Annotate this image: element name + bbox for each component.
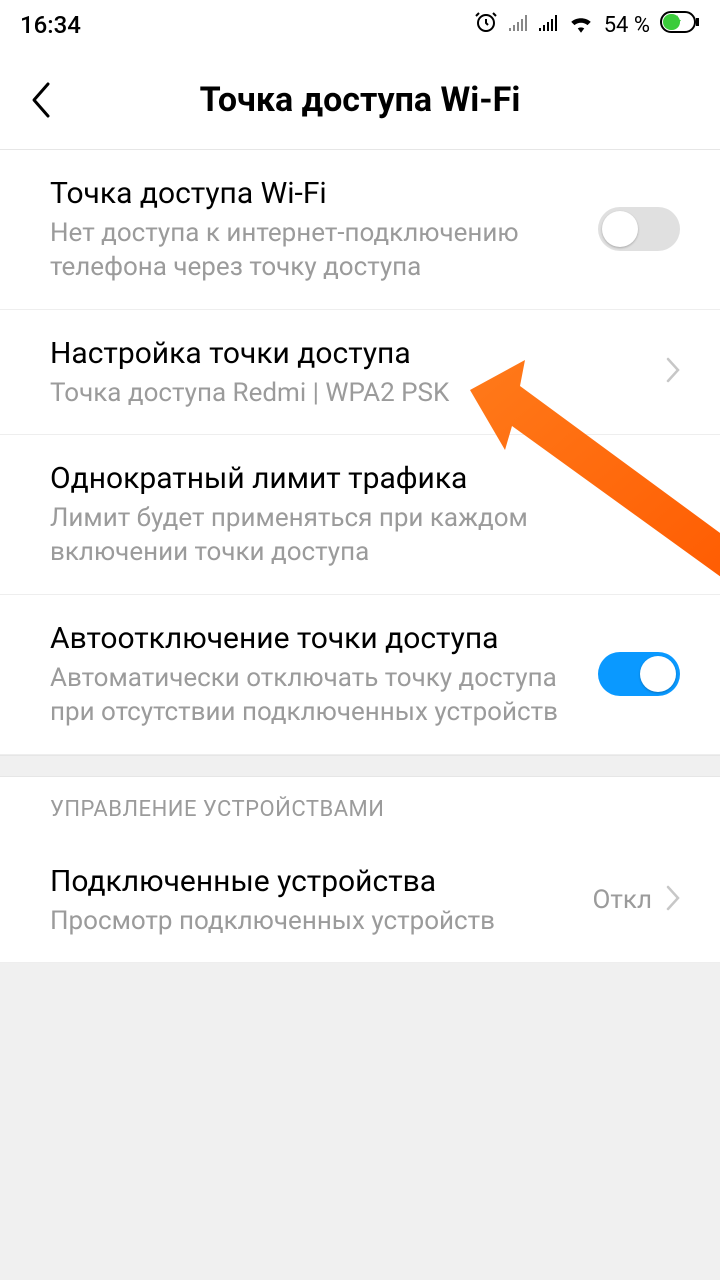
connected-devices-row[interactable]: Подключенные устройства Просмотр подключ…	[0, 838, 720, 964]
chevron-left-icon	[28, 81, 52, 119]
section-gap	[0, 755, 720, 777]
auto-off-toggle[interactable]	[598, 652, 680, 696]
auto-off-subtitle: Автоматически отключать точку доступа пр…	[50, 662, 598, 730]
battery-charging-icon	[660, 11, 700, 39]
battery-percent: 54 %	[604, 13, 650, 38]
row-text: Подключенные устройства Просмотр подключ…	[50, 862, 593, 939]
auto-off-row[interactable]: Автоотключение точки доступа Автоматичес…	[0, 595, 720, 755]
hotspot-subtitle: Нет доступа к интернет-подключению телеф…	[50, 217, 598, 285]
devices-title: Подключенные устройства	[50, 862, 593, 901]
status-bar: 16:34 54 %	[0, 0, 720, 50]
setup-subtitle: Точка доступа Redmi | WPA2 PSK	[50, 377, 666, 411]
hotspot-toggle[interactable]	[598, 207, 680, 251]
auto-off-title: Автоотключение точки доступа	[50, 619, 598, 658]
devices-value: Откл	[593, 885, 652, 915]
hotspot-title: Точка доступа Wi-Fi	[50, 174, 598, 213]
devices-section: УПРАВЛЕНИЕ УСТРОЙСТВАМИ Подключенные уст…	[0, 777, 720, 964]
row-text: Точка доступа Wi-Fi Нет доступа к интерн…	[50, 174, 598, 285]
limit-title: Однократный лимит трафика	[50, 459, 666, 498]
row-text: Автоотключение точки доступа Автоматичес…	[50, 619, 598, 730]
setup-hotspot-row[interactable]: Настройка точки доступа Точка доступа Re…	[0, 310, 720, 436]
hotspot-row[interactable]: Точка доступа Wi-Fi Нет доступа к интерн…	[0, 150, 720, 310]
back-button[interactable]	[20, 75, 60, 125]
signal-1-icon	[508, 11, 528, 39]
wifi-icon	[568, 11, 594, 39]
page-header: Точка доступа Wi-Fi	[0, 50, 720, 150]
setup-title: Настройка точки доступа	[50, 334, 666, 373]
chevron-right-icon	[666, 885, 680, 915]
devices-subtitle: Просмотр подключенных устройств	[50, 905, 593, 939]
chevron-right-icon	[666, 500, 680, 530]
section-header-devices: УПРАВЛЕНИЕ УСТРОЙСТВАМИ	[0, 777, 720, 838]
row-text: Однократный лимит трафика Лимит будет пр…	[50, 459, 666, 570]
traffic-limit-row[interactable]: Однократный лимит трафика Лимит будет пр…	[0, 435, 720, 595]
page-title: Точка доступа Wi-Fi	[60, 80, 660, 120]
status-right: 54 %	[474, 10, 700, 40]
settings-list: Точка доступа Wi-Fi Нет доступа к интерн…	[0, 150, 720, 755]
chevron-right-icon	[666, 357, 680, 387]
signal-2-icon	[538, 11, 558, 39]
alarm-icon	[474, 10, 498, 40]
limit-subtitle: Лимит будет применяться при каждом включ…	[50, 502, 666, 570]
status-time: 16:34	[20, 11, 81, 39]
row-text: Настройка точки доступа Точка доступа Re…	[50, 334, 666, 411]
